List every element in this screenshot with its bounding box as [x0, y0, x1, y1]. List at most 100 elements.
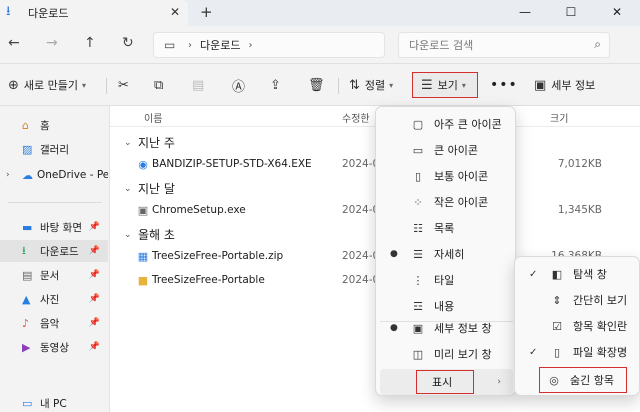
submenu-item-label: 항목 확인란: [573, 320, 628, 333]
chevron-right-icon[interactable]: ›: [248, 40, 252, 51]
sidebar-item-desktop[interactable]: ▬ 바탕 화면 📌: [0, 216, 108, 238]
column-header-date[interactable]: 수정한: [342, 110, 370, 125]
submenu-item-label: 탐색 창: [573, 268, 607, 281]
rename-button[interactable]: Ⓐ: [232, 74, 250, 96]
close-button[interactable]: ✕: [594, 0, 640, 26]
menu-item-preview-pane[interactable]: ◫ 미리 보기 창: [380, 341, 513, 367]
menu-item-list[interactable]: ☷ 목록: [380, 215, 513, 241]
selected-dot-icon: ●: [390, 249, 398, 259]
copy-button[interactable]: ⧉: [154, 74, 168, 96]
pin-icon[interactable]: 📌: [89, 270, 100, 280]
content-icon: ☲: [413, 299, 423, 313]
new-button-label: 새로 만들기: [23, 79, 79, 92]
menu-item-show[interactable]: 표시 ›: [380, 369, 513, 395]
sidebar-item-home[interactable]: ⌂ 홈: [0, 114, 108, 136]
list-icon: ☷: [413, 221, 423, 235]
group-header[interactable]: ⌄ 지난 주: [124, 134, 175, 151]
sidebar-item-music[interactable]: ♪ 음악 📌: [0, 312, 108, 334]
menu-item-medium-icons[interactable]: ▯ 보통 아이콘: [380, 163, 513, 189]
submenu-item-navigation-pane[interactable]: ✓ ◧ 탐색 창: [519, 261, 640, 287]
executable-icon: ▣: [137, 204, 149, 217]
pin-icon[interactable]: 📌: [89, 222, 100, 232]
menu-item-extra-large-icons[interactable]: ▢ 아주 큰 아이콘: [380, 111, 513, 137]
group-header[interactable]: ⌄ 지난 달: [124, 180, 175, 197]
maximize-button[interactable]: ☐: [548, 0, 594, 26]
selected-dot-icon: ●: [390, 323, 398, 333]
column-header-name[interactable]: 이름: [144, 110, 162, 125]
checkbox-icon: ☑: [552, 319, 562, 333]
refresh-button[interactable]: ↻: [122, 35, 134, 51]
show-submenu: ✓ ◧ 탐색 창 ⇕ 간단히 보기 ☑ 항목 확인란 ✓ ▯ 파일 확장명 ◎ …: [514, 256, 640, 396]
file-name: BANDIZIP-SETUP-STD-X64.EXE: [152, 158, 312, 170]
forward-button[interactable]: →: [46, 35, 58, 51]
menu-item-details-pane[interactable]: ● ▣ 세부 정보 창: [380, 315, 513, 341]
tab-downloads[interactable]: ⭳ 다운로드 ✕: [0, 0, 188, 26]
menu-item-label: 큰 아이콘: [434, 144, 478, 157]
breadcrumb-downloads[interactable]: 다운로드: [200, 37, 240, 53]
download-icon: ⭳: [6, 4, 11, 19]
new-tab-button[interactable]: +: [200, 3, 213, 21]
pin-icon[interactable]: 📌: [89, 246, 100, 256]
minimize-button[interactable]: —: [502, 0, 548, 26]
delete-button[interactable]: 🗑: [308, 74, 330, 96]
cut-button[interactable]: ✂: [118, 74, 134, 96]
file-name: ChromeSetup.exe: [152, 204, 246, 216]
pc-icon: ▭: [22, 396, 33, 410]
pin-icon[interactable]: 📌: [89, 318, 100, 328]
sort-button-label: 정렬: [364, 79, 386, 92]
rename-icon: Ⓐ: [232, 79, 246, 95]
share-button[interactable]: ⇪: [270, 74, 286, 96]
chevron-right-icon: ›: [497, 377, 501, 387]
address-bar[interactable]: ▭ › 다운로드 ›: [153, 32, 385, 58]
chevron-right-icon[interactable]: ›: [188, 40, 192, 51]
menu-item-tiles[interactable]: ⋮ 타일: [380, 267, 513, 293]
preview-pane-icon: ◫: [412, 347, 424, 361]
chevron-down-icon: ⌄: [124, 183, 132, 194]
column-header-size[interactable]: 크기: [550, 110, 568, 125]
menu-item-details[interactable]: ● ☰ 자세히: [380, 241, 513, 267]
navigation-pane-icon: ◧: [551, 267, 563, 281]
submenu-item-file-extensions[interactable]: ✓ ▯ 파일 확장명: [519, 339, 640, 365]
details-icon: ☰: [413, 247, 423, 261]
submenu-item-hidden-items[interactable]: ◎ 숨긴 항목: [539, 367, 627, 393]
details-pane-button[interactable]: ▣ 세부 정보: [534, 74, 595, 96]
file-size: 1,345KB: [557, 204, 602, 216]
scissors-icon: ✂: [118, 77, 129, 93]
back-button[interactable]: ←: [8, 35, 20, 51]
sort-button[interactable]: ⇅ 정렬 ▾: [349, 74, 393, 96]
submenu-item-label: 숨긴 항목: [570, 374, 614, 387]
pin-icon[interactable]: 📌: [89, 342, 100, 352]
address-row: ← → ↑ ↻ ▭ › 다운로드 › 다운로드 검색 ⌕: [0, 26, 640, 64]
sidebar-item-downloads[interactable]: ⭳ 다운로드 📌: [0, 240, 108, 262]
sidebar-item-label: 갤러리: [40, 143, 69, 156]
up-button[interactable]: ↑: [84, 35, 96, 51]
group-label: 지난 달: [138, 182, 175, 196]
pin-icon[interactable]: 📌: [89, 294, 100, 304]
search-placeholder: 다운로드 검색: [409, 39, 474, 52]
submenu-item-item-checkboxes[interactable]: ☑ 항목 확인란: [519, 313, 640, 339]
sidebar-item-gallery[interactable]: ▨ 갤러리: [0, 138, 108, 160]
sidebar-item-pictures[interactable]: ▲ 사진 📌: [0, 288, 108, 310]
medium-icons-icon: ▯: [414, 169, 422, 183]
tab-close-button[interactable]: ✕: [170, 5, 180, 19]
sidebar-item-this-pc[interactable]: ▭ 내 PC: [0, 392, 108, 412]
new-button[interactable]: ⊕ 새로 만들기 ▾: [8, 74, 86, 96]
menu-item-label: 미리 보기 창: [434, 348, 492, 361]
chevron-down-icon: ▾: [82, 80, 87, 90]
submenu-item-compact-view[interactable]: ⇕ 간단히 보기: [519, 287, 640, 313]
paste-button[interactable]: ▤: [192, 74, 209, 96]
menu-item-small-icons[interactable]: ⁘ 작은 아이콘: [380, 189, 513, 215]
search-input[interactable]: 다운로드 검색 ⌕: [398, 32, 610, 58]
sidebar-item-onedrive[interactable]: › ☁ OneDrive - Pers: [0, 164, 108, 186]
extra-large-icons-icon: ▢: [412, 117, 424, 131]
sidebar-item-videos[interactable]: ▶ 동영상 📌: [0, 336, 108, 358]
installer-icon: ◉: [138, 158, 148, 171]
menu-item-large-icons[interactable]: ▭ 큰 아이콘: [380, 137, 513, 163]
group-header[interactable]: ⌄ 올해 초: [124, 226, 175, 243]
more-options-button[interactable]: •••: [490, 74, 518, 96]
sidebar-item-documents[interactable]: ▤ 문서 📌: [0, 264, 108, 286]
home-icon: ⌂: [22, 118, 29, 132]
view-button[interactable]: ☰ 보기 ▾: [412, 72, 478, 98]
group-label: 지난 주: [138, 136, 175, 150]
chevron-right-icon[interactable]: ›: [6, 170, 10, 180]
